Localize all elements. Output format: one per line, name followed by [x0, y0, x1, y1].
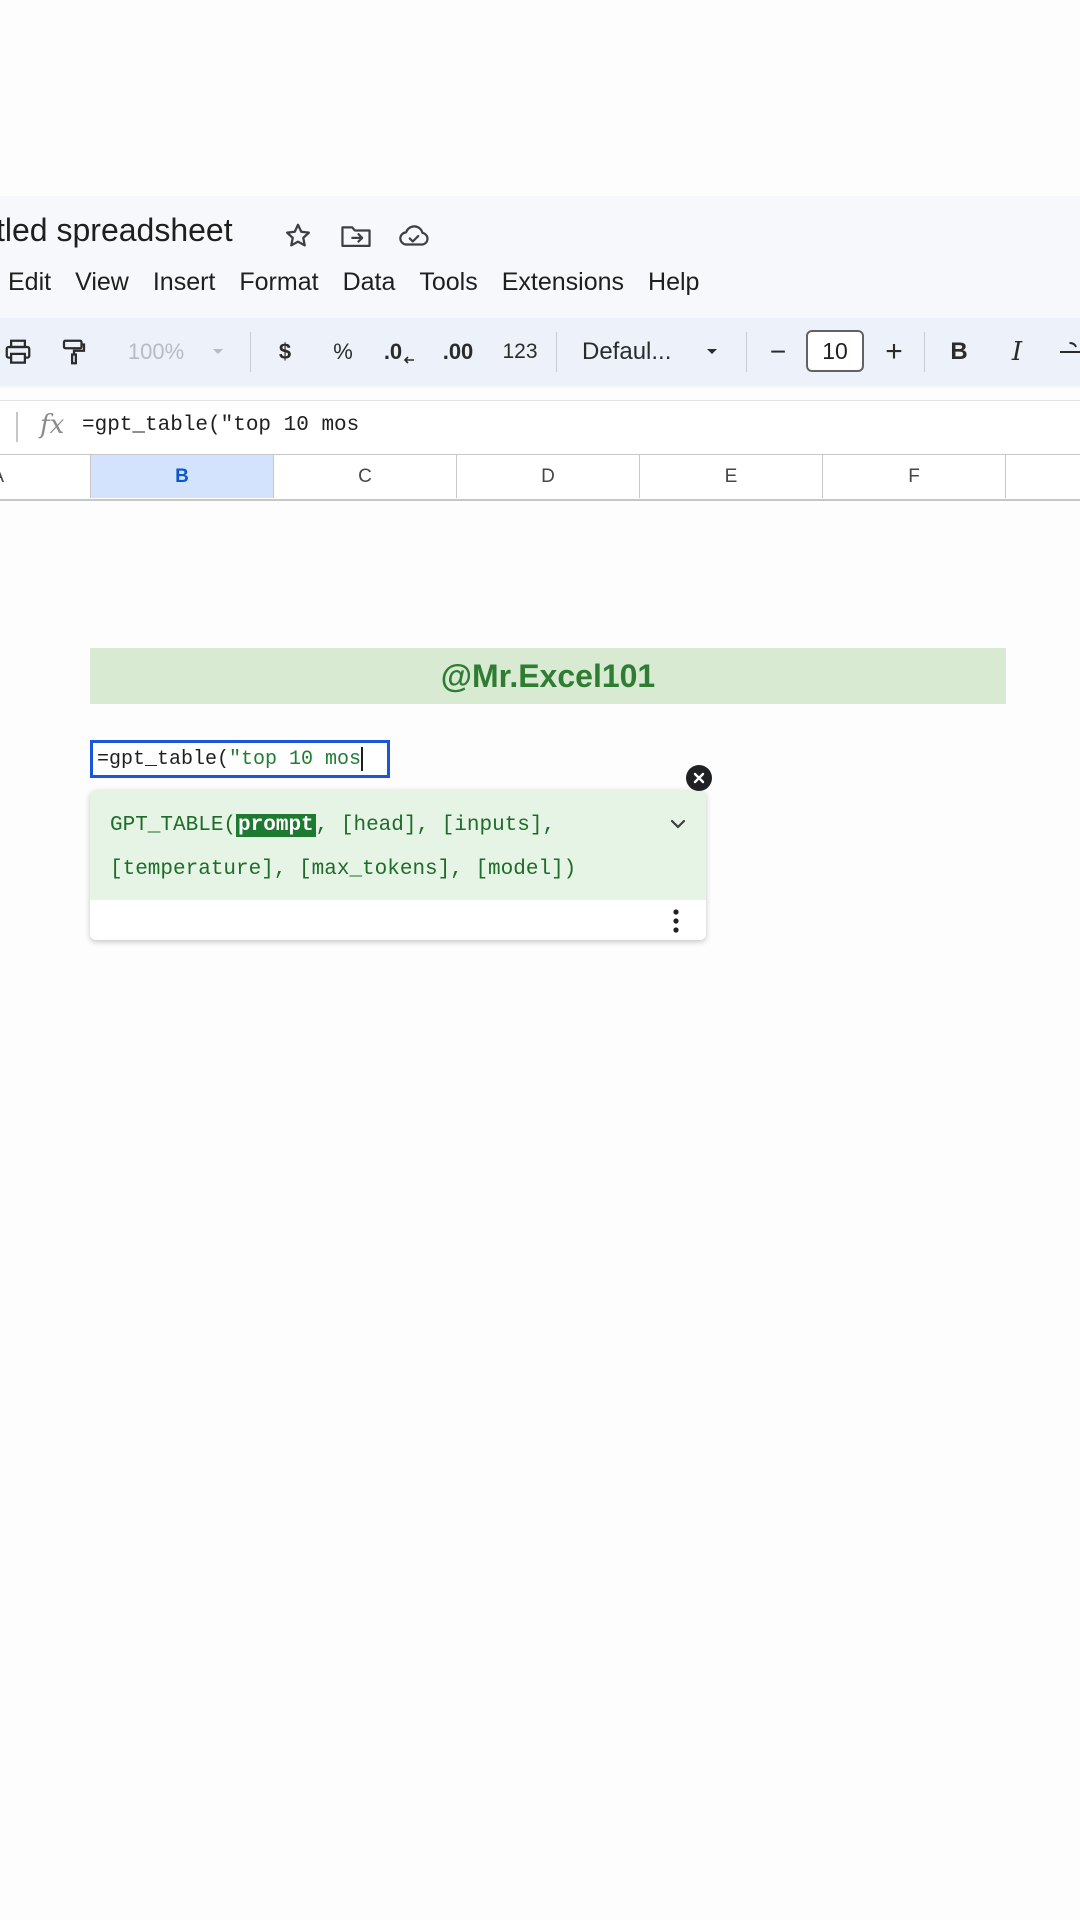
text-caret [361, 747, 364, 771]
font-size-input[interactable]: 10 [806, 330, 864, 372]
fx-icon: fx [40, 410, 65, 440]
menu-format[interactable]: Format [227, 262, 330, 302]
column-header-f[interactable]: F [823, 455, 1006, 498]
column-header-d[interactable]: D [457, 455, 640, 498]
watermark-banner: @Mr.Excel101 [90, 648, 1006, 704]
star-icon[interactable] [280, 218, 316, 254]
menu-insert[interactable]: Insert [141, 262, 228, 302]
menu-edit[interactable]: Edit [8, 262, 63, 302]
sheets-app: tled spreadsheet Edit View Insert Format… [0, 0, 1080, 1920]
cell-formula-string: "top 10 mos [229, 747, 362, 771]
paint-format-icon[interactable] [56, 334, 92, 370]
increase-decimal-label: .00 [442, 339, 474, 364]
increase-font-size-button[interactable]: + [880, 334, 908, 370]
zoom-select[interactable]: 100% [118, 334, 194, 370]
cloud-status-icon[interactable] [396, 218, 432, 254]
formula-input[interactable]: =gpt_table("top 10 mos [82, 414, 359, 437]
font-dropdown-icon[interactable] [700, 334, 724, 370]
menu-help[interactable]: Help [636, 262, 711, 302]
menu-bar: Edit View Insert Format Data Tools Exten… [8, 262, 711, 302]
close-icon[interactable] [686, 765, 712, 791]
active-cell-editor[interactable]: =gpt_table("top 10 mos [90, 740, 390, 778]
print-icon[interactable] [0, 334, 36, 370]
function-name: GPT_TABLE( [110, 814, 237, 837]
formula-bar-divider [16, 412, 18, 442]
toolbar-divider [924, 332, 925, 372]
strikethrough-icon[interactable] [1056, 334, 1080, 370]
decrease-decimal-button[interactable]: .0 [382, 334, 418, 370]
menu-data[interactable]: Data [331, 262, 408, 302]
toolbar-divider [556, 332, 557, 372]
column-header-b[interactable]: B [91, 455, 274, 498]
zoom-dropdown-icon[interactable] [206, 334, 230, 370]
column-header-e[interactable]: E [640, 455, 823, 498]
signature-line-2: [temperature], [max_tokens], [model]) [110, 858, 577, 881]
formula-autocomplete-popup: GPT_TABLE(prompt, [head], [inputs], [tem… [90, 790, 706, 940]
italic-button[interactable]: I [1002, 334, 1032, 370]
menu-tools[interactable]: Tools [407, 262, 489, 302]
menu-view[interactable]: View [63, 262, 141, 302]
column-header-c[interactable]: C [274, 455, 457, 498]
menu-extensions[interactable]: Extensions [490, 262, 636, 302]
document-title[interactable]: tled spreadsheet [0, 212, 233, 249]
number-format-button[interactable]: 123 [500, 334, 540, 370]
active-parameter: prompt [236, 814, 316, 837]
toolbar-divider [250, 332, 251, 372]
decrease-decimal-label: .0 [383, 339, 403, 364]
increase-decimal-button[interactable]: .00 [438, 334, 478, 370]
decrease-font-size-button[interactable]: − [764, 334, 792, 370]
more-options-icon[interactable] [664, 906, 688, 936]
percent-format-button[interactable]: % [328, 334, 358, 370]
bold-button[interactable]: B [944, 334, 974, 370]
chevron-down-icon[interactable] [666, 812, 690, 836]
signature-line-1: GPT_TABLE(prompt, [head], [inputs], [110, 814, 555, 837]
toolbar-divider [746, 332, 747, 372]
signature-rest: , [head], [inputs], [315, 814, 556, 837]
function-signature: GPT_TABLE(prompt, [head], [inputs], [tem… [90, 790, 706, 900]
move-to-folder-icon[interactable] [338, 218, 374, 254]
arrow-left-icon [404, 356, 415, 364]
cell-formula-prefix: =gpt_table( [97, 747, 230, 771]
column-header-a[interactable]: A [0, 455, 91, 498]
currency-format-button[interactable]: $ [272, 334, 298, 370]
font-family-select[interactable]: Defaul... [582, 334, 686, 370]
column-header-g[interactable] [1006, 455, 1080, 498]
